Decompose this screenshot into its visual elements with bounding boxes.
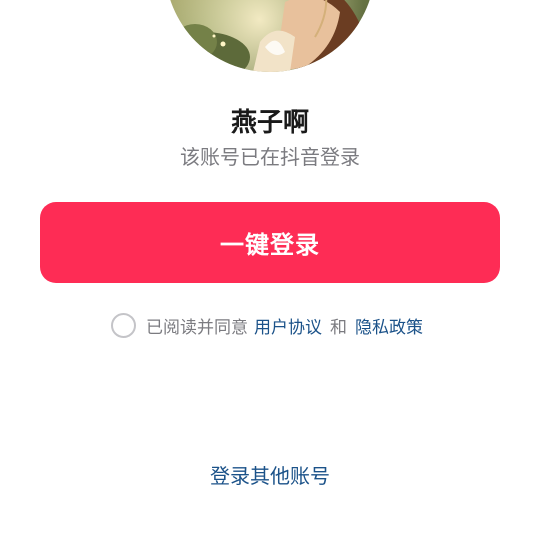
agreement-conjunction: 和 (330, 317, 347, 338)
user-avatar (165, 0, 375, 72)
avatar-image (165, 0, 375, 72)
login-other-account-link[interactable]: 登录其他账号 (210, 464, 330, 488)
account-username: 燕子啊 (230, 108, 309, 138)
other-login-container: 登录其他账号 (0, 462, 540, 490)
agreement-prefix-text: 已阅读并同意 (146, 317, 248, 338)
one-click-login-button[interactable]: 一键登录 (40, 202, 500, 283)
agreement-checkbox[interactable] (111, 312, 136, 338)
user-agreement-link[interactable]: 用户协议 (254, 313, 322, 338)
agreement-row: 已阅读并同意 用户协议 和 隐私政策 (111, 312, 423, 338)
account-status-text: 该账号已在抖音登录 (180, 145, 360, 169)
privacy-policy-link[interactable]: 隐私政策 (355, 313, 423, 338)
